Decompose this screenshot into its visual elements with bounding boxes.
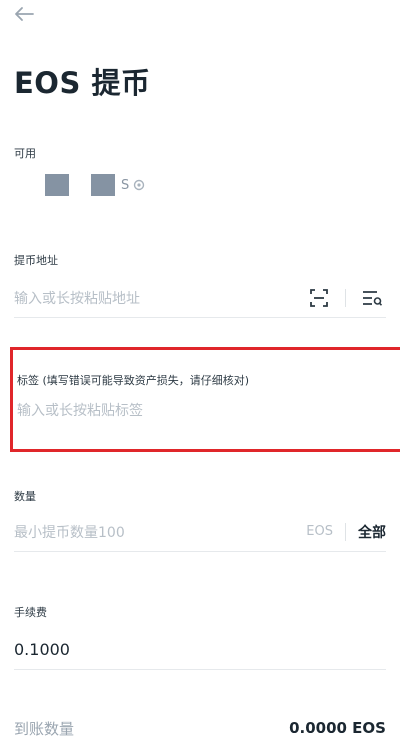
amount-label: 数量 [14, 490, 36, 503]
available-balance: S [45, 172, 145, 198]
address-placeholder: 输入或长按粘贴地址 [14, 290, 140, 307]
amount-placeholder: 最小提币数量100 [14, 524, 125, 541]
address-book-button[interactable] [358, 284, 386, 312]
address-label: 提币地址 [14, 254, 58, 267]
amount-unit: EOS [306, 524, 333, 539]
address-book-icon [363, 290, 382, 306]
all-amount-button[interactable]: 全部 [358, 522, 386, 542]
receive-amount-row: 到账数量 0.0000 EOS [14, 708, 386, 747]
fee-value: 0.1000 [14, 640, 70, 659]
memo-field-highlight: 标签 (填写错误可能导致资产损失，请仔细核对) 输入或长按粘贴标签 [10, 347, 400, 452]
scan-icon [310, 288, 328, 307]
masked-balance-block [45, 174, 69, 196]
page-title: EOS 提币 [14, 66, 151, 100]
scan-button[interactable] [305, 284, 333, 312]
receive-value: 0.0000 EOS [289, 719, 386, 737]
available-unit: S [121, 177, 130, 193]
address-input[interactable]: 输入或长按粘贴地址 [14, 278, 386, 318]
memo-input[interactable]: 输入或长按粘贴标签 [17, 400, 143, 420]
divider [345, 288, 346, 307]
amount-input[interactable]: 最小提币数量100 EOS 全部 [14, 512, 386, 552]
receive-label: 到账数量 [14, 719, 75, 738]
back-button[interactable] [14, 2, 44, 26]
available-label: 可用 [14, 147, 36, 160]
fee-field: 0.1000 [14, 630, 386, 670]
masked-balance-block [91, 174, 115, 196]
memo-label: 标签 (填写错误可能导致资产损失，请仔细核对) [17, 374, 250, 387]
eye-icon[interactable] [133, 179, 145, 191]
divider [345, 522, 346, 541]
fee-label: 手续费 [14, 606, 47, 619]
arrow-left-icon [15, 7, 34, 21]
